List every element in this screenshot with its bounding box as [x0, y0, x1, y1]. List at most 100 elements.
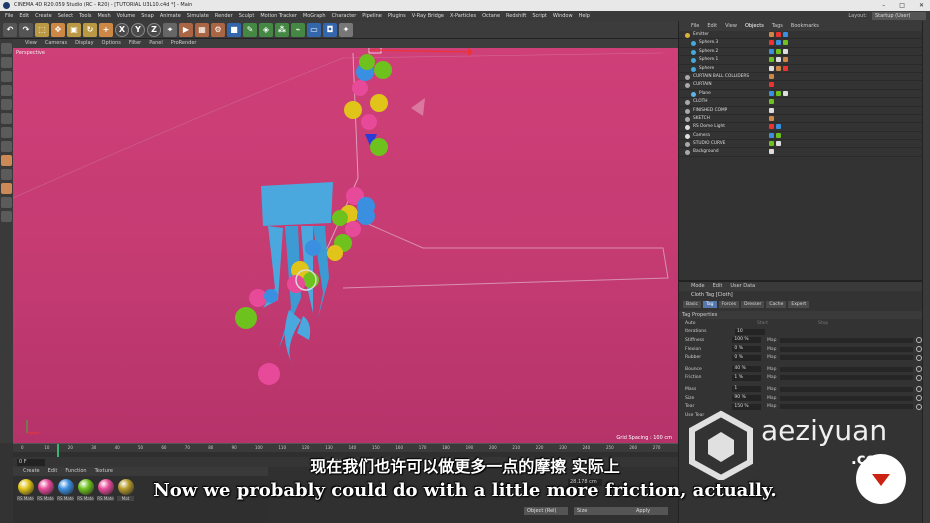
- object-tab-edit[interactable]: Edit: [703, 21, 721, 31]
- x-axis-lock[interactable]: X: [115, 22, 129, 37]
- object-tab-bookmarks[interactable]: Bookmarks: [787, 21, 823, 31]
- property-value-field[interactable]: 100 %: [732, 337, 761, 344]
- menu-file[interactable]: File: [2, 11, 16, 21]
- render-settings-icon[interactable]: ⚙: [211, 22, 225, 37]
- perspective-viewport[interactable]: Perspective Grid Spacing : 100 cm: [13, 48, 678, 443]
- points-mode-icon[interactable]: [1, 99, 12, 110]
- object-tag-icon[interactable]: [769, 149, 774, 155]
- object-row[interactable]: Background: [679, 148, 922, 157]
- menu-snap[interactable]: Snap: [138, 11, 157, 21]
- recent-tool-icon[interactable]: +: [99, 22, 113, 37]
- viewport-menu-view[interactable]: View: [21, 39, 41, 48]
- right-side-tabs[interactable]: [922, 21, 930, 523]
- apply-button[interactable]: Apply: [618, 507, 668, 515]
- layout-dropdown[interactable]: Startup (User): [872, 12, 926, 20]
- object-tag-icon[interactable]: [783, 57, 788, 63]
- object-name[interactable]: CLOTH: [693, 98, 707, 106]
- object-tab-file[interactable]: File: [687, 21, 703, 31]
- object-tag-icon[interactable]: [769, 107, 774, 113]
- object-name[interactable]: Emitter: [693, 31, 709, 39]
- menu-script[interactable]: Script: [529, 11, 550, 21]
- menu-create[interactable]: Create: [32, 11, 55, 21]
- object-tab-objects[interactable]: Objects: [741, 21, 768, 31]
- object-tab-tags[interactable]: Tags: [768, 21, 787, 31]
- object-row[interactable]: CLOTH: [679, 98, 922, 107]
- object-tag-icon[interactable]: [776, 48, 781, 54]
- object-tag-icon[interactable]: [769, 73, 774, 79]
- menu-edit[interactable]: Edit: [16, 11, 32, 21]
- sculpt-icon[interactable]: [1, 183, 12, 194]
- property-value-field[interactable]: 90 %: [732, 395, 761, 402]
- object-row[interactable]: CURTAIN: [679, 81, 922, 90]
- subdivision-icon[interactable]: ◈: [259, 22, 273, 37]
- property-value-field[interactable]: 150 %: [732, 403, 761, 410]
- polygons-mode-icon[interactable]: [1, 127, 12, 138]
- y-axis-lock[interactable]: Y: [131, 22, 145, 37]
- map-link-field[interactable]: [780, 366, 914, 372]
- object-tag-icon[interactable]: [783, 32, 788, 37]
- make-editable-icon[interactable]: [1, 43, 12, 54]
- workplane-icon[interactable]: [1, 85, 12, 96]
- object-name[interactable]: Camera: [693, 132, 710, 140]
- scale-tool-icon[interactable]: ▣: [67, 22, 81, 37]
- pen-spline-icon[interactable]: ✎: [243, 22, 257, 37]
- object-row[interactable]: Sphere.3: [679, 39, 922, 48]
- menu-redshift[interactable]: Redshift: [503, 11, 529, 21]
- object-name[interactable]: CURTAIN BALL COLLIDERS: [693, 73, 749, 81]
- array-generator-icon[interactable]: ⁂: [275, 22, 289, 37]
- property-value-field[interactable]: 0 %: [732, 354, 761, 361]
- menu-render[interactable]: Render: [212, 11, 236, 21]
- coordinate-system-icon[interactable]: ⌖: [163, 22, 177, 37]
- object-tag-icon[interactable]: [769, 32, 774, 37]
- object-name[interactable]: Plane: [699, 90, 711, 98]
- object-name[interactable]: Sphere: [699, 65, 714, 73]
- viewport-menu-filter[interactable]: Filter: [125, 39, 145, 48]
- menu-x-particles[interactable]: X-Particles: [447, 11, 479, 21]
- object-name[interactable]: Sphere.3: [699, 39, 718, 47]
- subtab-dresser[interactable]: Dresser: [741, 301, 765, 308]
- menu-mograph[interactable]: MoGraph: [300, 11, 329, 21]
- map-link-field[interactable]: [780, 386, 914, 392]
- undo-icon[interactable]: ↶: [3, 22, 17, 37]
- object-tag-icon[interactable]: [783, 90, 788, 96]
- object-row[interactable]: Plane: [679, 90, 922, 99]
- model-mode-icon[interactable]: [1, 57, 12, 68]
- object-tab-view[interactable]: View: [721, 21, 741, 31]
- property-value-field[interactable]: 1 %: [732, 374, 761, 381]
- menu-volume[interactable]: Volume: [114, 11, 139, 21]
- menu-simulate[interactable]: Simulate: [184, 11, 212, 21]
- object-name[interactable]: SKETCH: [693, 115, 710, 123]
- snap-icon[interactable]: [1, 169, 12, 180]
- object-row[interactable]: Emitter: [679, 31, 922, 40]
- object-tag-icon[interactable]: [769, 57, 774, 63]
- object-tag-icon[interactable]: [776, 141, 781, 147]
- object-tag-icon[interactable]: [769, 132, 774, 138]
- object-tag-icon[interactable]: [776, 40, 781, 46]
- size-mode-dropdown[interactable]: Size: [574, 507, 618, 515]
- object-name[interactable]: RS Dome Light: [693, 123, 725, 131]
- maximize-icon[interactable]: □: [899, 0, 905, 11]
- object-tag-icon[interactable]: [769, 115, 774, 121]
- z-axis-lock[interactable]: Z: [147, 22, 161, 37]
- object-tag-icon[interactable]: [769, 99, 774, 105]
- render-picture-viewer-icon[interactable]: ▦: [195, 22, 209, 37]
- timeline-ruler[interactable]: 0 10 20 30 40 50 60 70 80 90 100 110 120 130 140 150 160…: [13, 444, 678, 452]
- solo-icon[interactable]: [1, 211, 12, 222]
- menu-sculpt[interactable]: Sculpt: [236, 11, 258, 21]
- object-tag-icon[interactable]: [776, 124, 781, 130]
- object-name[interactable]: Sphere.1: [699, 56, 718, 64]
- object-tag-icon[interactable]: [776, 65, 781, 71]
- object-row[interactable]: RS Dome Light: [679, 123, 922, 132]
- object-name[interactable]: Background: [693, 148, 719, 156]
- object-row[interactable]: STUDIO CURVE: [679, 140, 922, 149]
- attribute-tab-mode[interactable]: Mode: [687, 282, 709, 291]
- object-tag-icon[interactable]: [783, 65, 788, 71]
- map-link-field[interactable]: [780, 346, 914, 352]
- object-tag-icon[interactable]: [769, 82, 774, 88]
- camera-icon[interactable]: ◘: [323, 22, 337, 37]
- object-tag-icon[interactable]: [769, 40, 774, 46]
- subtab-forces[interactable]: Forces: [718, 301, 740, 308]
- object-row[interactable]: FINISHED COMP: [679, 107, 922, 115]
- redo-icon[interactable]: ↷: [19, 22, 33, 37]
- object-tag-icon[interactable]: [769, 90, 774, 96]
